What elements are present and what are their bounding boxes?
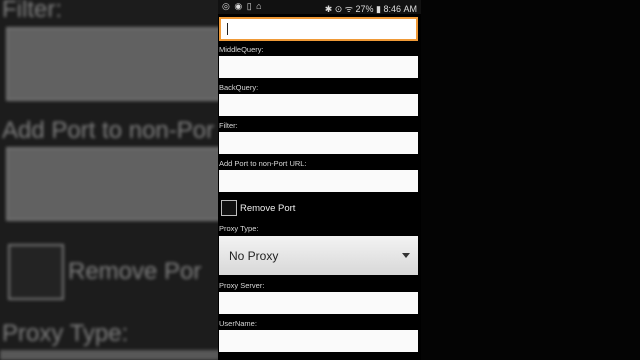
middle-query-label: MiddleQuery: bbox=[219, 45, 264, 54]
proxy-type-select[interactable]: No Proxy bbox=[219, 236, 418, 275]
notification-icons: ◎ ◉ ▯ ⌂ bbox=[222, 1, 263, 11]
text-cursor bbox=[227, 23, 228, 35]
add-port-field[interactable] bbox=[219, 170, 418, 192]
proxy-server-field[interactable] bbox=[219, 292, 418, 314]
bg-filter-label: Filter: bbox=[2, 0, 62, 23]
proxy-server-label: Proxy Server: bbox=[219, 281, 265, 290]
right-letterbox bbox=[420, 0, 640, 360]
bg-dropdown bbox=[0, 350, 220, 360]
filter-field[interactable] bbox=[219, 132, 418, 154]
middle-query-field[interactable] bbox=[219, 56, 418, 78]
front-query-field[interactable] bbox=[219, 17, 418, 41]
back-query-label: BackQuery: bbox=[219, 83, 259, 92]
bg-checkbox bbox=[8, 244, 64, 300]
bg-add-port-label: Add Port to non-Por bbox=[2, 117, 215, 144]
remove-port-label: Remove Port bbox=[240, 203, 296, 214]
status-bar: ◎ ◉ ▯ ⌂ ✱ ⊙ ᯤ 27% ▮ 8:46 AM bbox=[218, 0, 421, 14]
bg-field bbox=[6, 147, 224, 221]
status-right: ✱ ⊙ ᯤ 27% ▮ 8:46 AM bbox=[324, 4, 417, 14]
username-field[interactable] bbox=[219, 330, 418, 352]
username-label: UserName: bbox=[219, 319, 257, 328]
phone-screen: ◎ ◉ ▯ ⌂ ✱ ⊙ ᯤ 27% ▮ 8:46 AM MiddleQuery:… bbox=[218, 0, 421, 360]
add-port-label: Add Port to non-Port URL: bbox=[219, 159, 307, 168]
bg-proxy-type-label: Proxy Type: bbox=[2, 320, 129, 347]
dropdown-arrow-icon bbox=[402, 253, 410, 258]
proxy-type-value: No Proxy bbox=[229, 249, 279, 263]
bg-field bbox=[6, 27, 224, 101]
filter-label: Filter: bbox=[219, 121, 238, 130]
proxy-type-label: Proxy Type: bbox=[219, 224, 259, 233]
back-query-field[interactable] bbox=[219, 94, 418, 116]
remove-port-checkbox[interactable] bbox=[221, 200, 237, 216]
bg-remove-port-label: Remove Por bbox=[68, 258, 202, 285]
